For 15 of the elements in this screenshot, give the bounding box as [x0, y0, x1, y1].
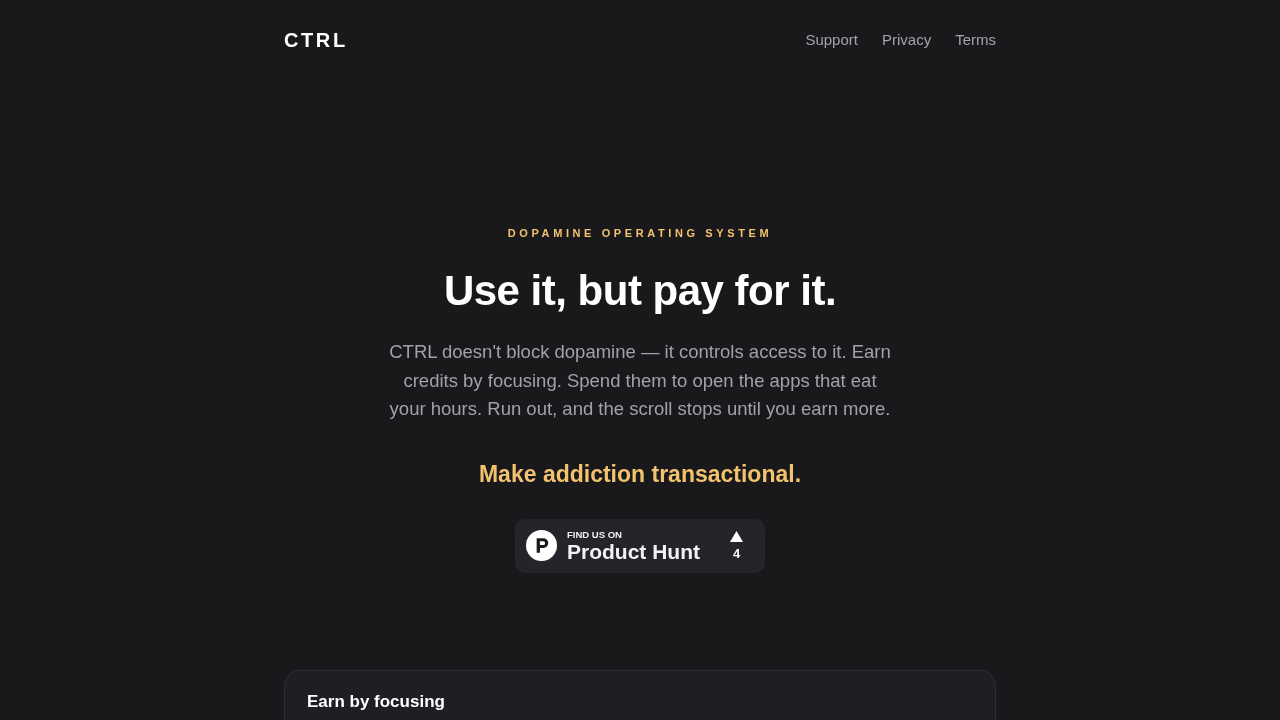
product-hunt-badge[interactable]: FIND US ON Product Hunt 4 [515, 518, 765, 573]
logo-wordmark[interactable]: CTRL [284, 28, 348, 52]
hero-headline: Use it, but pay for it. [443, 266, 837, 316]
badge-caption: FIND US ON [567, 528, 622, 540]
eyebrow-label: DOPAMINE OPERATING SYSTEM [507, 226, 773, 241]
card-title: Earn by focusing [307, 690, 445, 713]
hero-tagline: Make addiction transactional. [478, 459, 802, 489]
hero-description: CTRL doesn't block dopamine — it controls access to it. Earn credits by focusing. Spend them to open the apps that eat your hours. Run out, and the scroll stops until you earn more. [388, 340, 892, 421]
logo-icon [526, 530, 557, 561]
upvote-icon [730, 530, 743, 542]
badge-title: Product Hunt [567, 539, 700, 563]
nav-link[interactable]: Terms [955, 30, 996, 50]
upvote-count: 4 [732, 545, 741, 561]
nav-link[interactable]: Support [805, 30, 858, 50]
nav-link[interactable]: Privacy [881, 30, 932, 50]
